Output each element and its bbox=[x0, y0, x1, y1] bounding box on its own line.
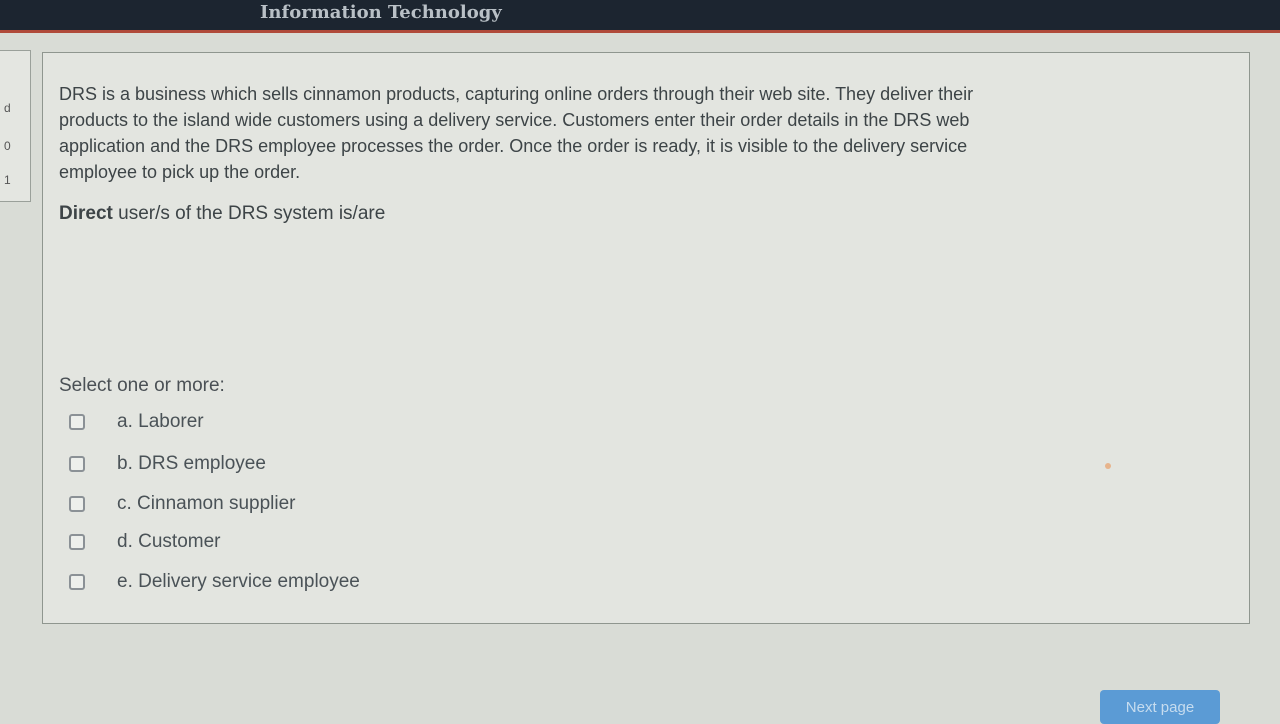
question-panel: DRS is a business which sells cinnamon p… bbox=[42, 52, 1250, 624]
question-prompt: Direct user/s of the DRS system is/are bbox=[59, 203, 385, 225]
left-side-panel[interactable]: d 0 1 bbox=[0, 50, 31, 202]
checkbox-a[interactable] bbox=[69, 414, 85, 430]
next-page-button[interactable]: Next page bbox=[1100, 690, 1220, 724]
question-line-1: DRS is a business which sells cinnamon p… bbox=[59, 84, 974, 104]
checkbox-b[interactable] bbox=[69, 456, 85, 472]
prompt-bold: Direct bbox=[59, 203, 113, 224]
checkbox-c[interactable] bbox=[69, 496, 85, 512]
option-a-label[interactable]: a. Laborer bbox=[117, 411, 204, 433]
option-d-label[interactable]: d. Customer bbox=[117, 531, 220, 553]
option-a[interactable]: a. Laborer bbox=[69, 409, 204, 435]
option-e-label[interactable]: e. Delivery service employee bbox=[117, 571, 360, 593]
screen-glare-dot bbox=[1105, 463, 1111, 469]
question-line-4: employee to pick up the order. bbox=[59, 162, 301, 182]
left-panel-char-2: 0 bbox=[4, 139, 11, 153]
option-b-label[interactable]: b. DRS employee bbox=[117, 453, 266, 475]
header-accent-line bbox=[0, 30, 1280, 33]
option-b[interactable]: b. DRS employee bbox=[69, 451, 266, 477]
option-d[interactable]: d. Customer bbox=[69, 529, 220, 555]
option-e[interactable]: e. Delivery service employee bbox=[69, 569, 360, 595]
checkbox-d[interactable] bbox=[69, 534, 85, 550]
option-c[interactable]: c. Cinnamon supplier bbox=[69, 491, 295, 517]
prompt-rest: user/s of the DRS system is/are bbox=[112, 203, 386, 224]
question-line-3: application and the DRS employee process… bbox=[59, 136, 968, 156]
site-title: Information Technology bbox=[260, 2, 502, 23]
question-text: DRS is a business which sells cinnamon p… bbox=[59, 81, 1159, 185]
checkbox-e[interactable] bbox=[69, 574, 85, 590]
option-c-label[interactable]: c. Cinnamon supplier bbox=[117, 493, 295, 515]
select-instruction: Select one or more: bbox=[59, 375, 225, 396]
question-line-2: products to the island wide customers us… bbox=[59, 110, 970, 130]
left-panel-char-3: 1 bbox=[4, 173, 11, 187]
top-bar: Information Technology bbox=[0, 0, 1280, 30]
left-panel-char-1: d bbox=[4, 101, 11, 115]
